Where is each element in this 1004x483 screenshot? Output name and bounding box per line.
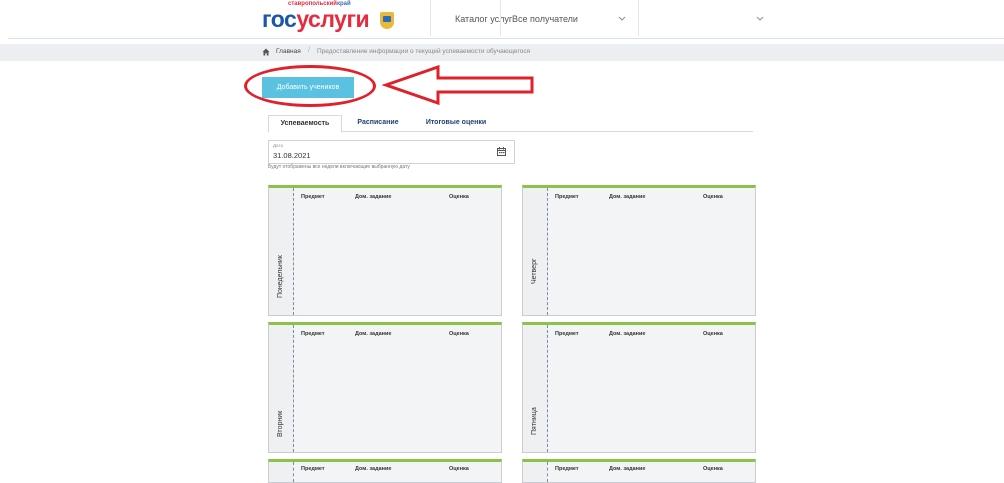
column-subject: Предмет (555, 466, 579, 472)
breadcrumb: Главная / Предоставление информации о те… (0, 44, 1004, 61)
column-grade: Оценка (703, 331, 723, 337)
column-homework: Дом. задание (609, 331, 646, 337)
breadcrumb-current: Предоставление информации о текущей успе… (317, 48, 531, 55)
day-column (523, 462, 548, 482)
header-divider (638, 0, 639, 36)
home-icon[interactable] (262, 48, 270, 56)
day-card-saturday: Предмет Дом. задание Оценка (522, 459, 756, 483)
annotation-arrow-icon (382, 65, 534, 105)
day-column (523, 188, 548, 315)
day-card-friday: Пятница Предмет Дом. задание Оценка (522, 322, 756, 453)
column-homework: Дом. задание (609, 466, 646, 472)
column-subject: Предмет (301, 466, 325, 472)
date-field[interactable]: Дата 31.08.2021 (268, 140, 515, 164)
header-bottom-border (8, 38, 1004, 39)
breadcrumb-divider: / (308, 47, 310, 54)
catalog-link[interactable]: Каталог услуг (455, 14, 512, 24)
day-name: Пятница (531, 407, 538, 435)
chevron-down-icon[interactable] (618, 16, 626, 22)
day-card-monday: Понедельник Предмет Дом. задание Оценка (268, 185, 502, 316)
calendar-icon[interactable] (497, 147, 506, 156)
column-grade: Оценка (703, 194, 723, 200)
column-subject: Предмет (301, 194, 325, 200)
breadcrumb-home[interactable]: Главная (276, 48, 301, 55)
day-card-wednesday: Предмет Дом. задание Оценка (268, 459, 502, 483)
day-name: Вторник (277, 410, 284, 437)
date-value[interactable]: 31.08.2021 (273, 151, 311, 160)
site-header: ставропольскийкрай госуслуги Каталог усл… (0, 0, 1004, 38)
logo-brand: госуслуги (262, 6, 370, 32)
column-grade: Оценка (449, 466, 469, 472)
column-grade: Оценка (449, 194, 469, 200)
header-divider (500, 0, 501, 36)
day-name: Четверг (531, 258, 538, 284)
column-homework: Дом. задание (355, 194, 392, 200)
gosuslugi-logo[interactable]: ставропольскийкрай госуслуги (262, 0, 402, 36)
tab-bar: Успеваемость Расписание Итоговые оценки (268, 115, 753, 133)
recipients-dropdown[interactable]: Все получатели (512, 14, 578, 24)
day-name: Понедельник (277, 255, 284, 298)
date-hint: Будут отображены все недели включающие в… (268, 164, 410, 170)
tab-final-grades[interactable]: Итоговые оценки (408, 115, 504, 131)
column-homework: Дом. задание (355, 466, 392, 472)
chevron-down-icon[interactable] (756, 16, 764, 22)
column-subject: Предмет (555, 194, 579, 200)
column-subject: Предмет (555, 331, 579, 337)
day-column (269, 462, 294, 482)
annotation-ellipse (244, 65, 376, 107)
header-divider (430, 0, 431, 36)
day-card-tuesday: Вторник Предмет Дом. задание Оценка (268, 322, 502, 453)
column-subject: Предмет (301, 331, 325, 337)
date-label: Дата (273, 143, 283, 148)
tab-performance[interactable]: Успеваемость (268, 115, 342, 133)
day-card-thursday: Четверг Предмет Дом. задание Оценка (522, 185, 756, 316)
coat-of-arms-icon (380, 12, 394, 29)
column-grade: Оценка (449, 331, 469, 337)
column-homework: Дом. задание (355, 331, 392, 337)
tab-schedule[interactable]: Расписание (344, 115, 412, 131)
column-homework: Дом. задание (609, 194, 646, 200)
column-grade: Оценка (703, 466, 723, 472)
